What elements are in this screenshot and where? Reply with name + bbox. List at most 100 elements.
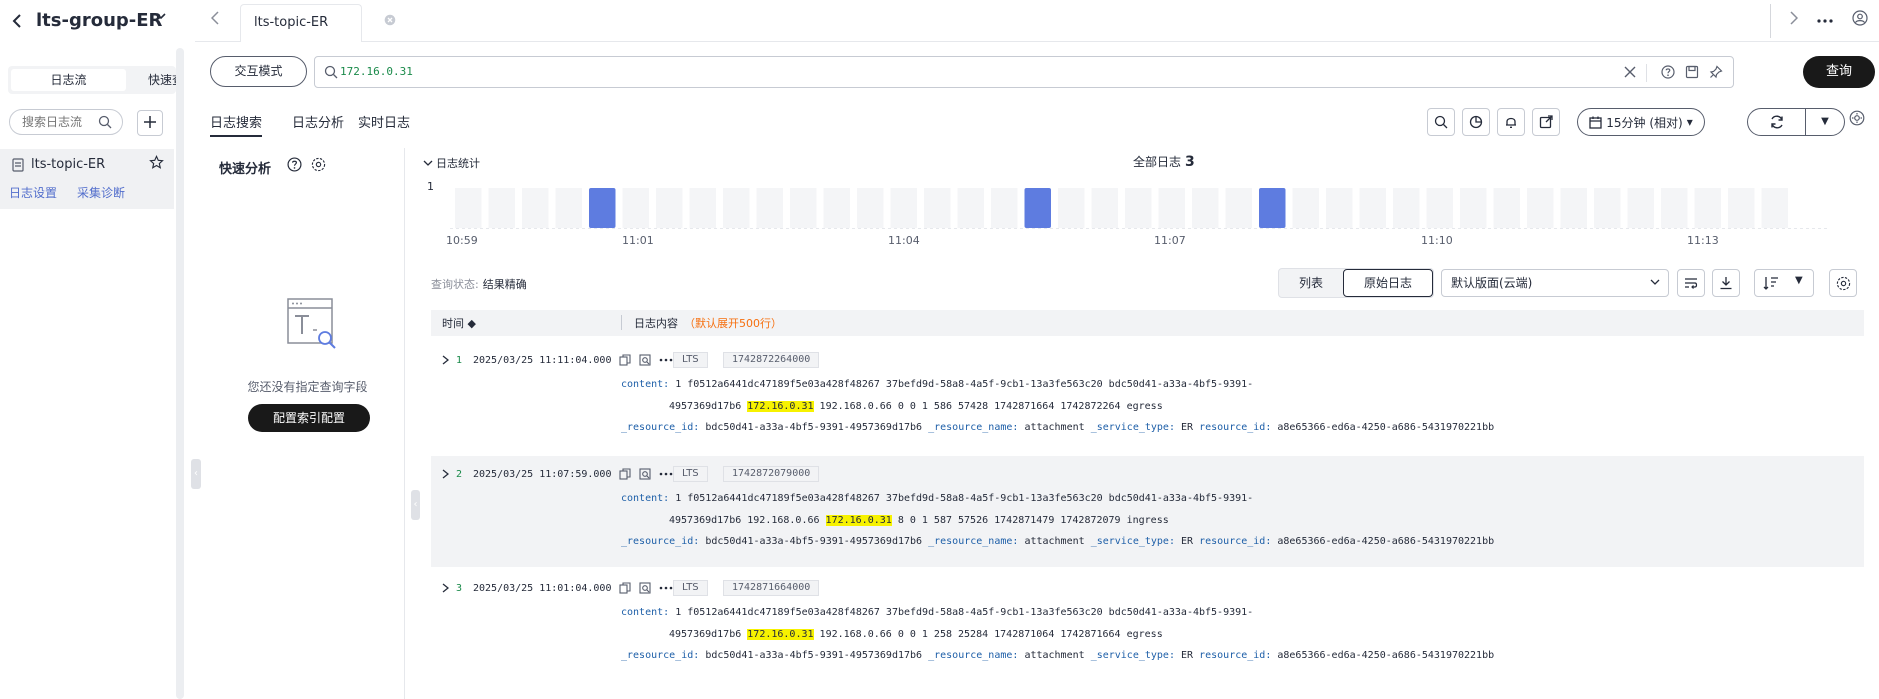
field-key[interactable]: content: [621, 493, 669, 504]
field-value[interactable]: ER [1181, 650, 1193, 661]
field-value[interactable]: attachment [1024, 422, 1084, 433]
histogram-bucket[interactable] [1393, 188, 1420, 228]
chevron-left-icon[interactable] [210, 11, 219, 29]
histogram-chart[interactable] [450, 188, 1830, 230]
tab-log-stream[interactable]: 日志流 [11, 69, 126, 91]
field-value[interactable]: attachment [1024, 536, 1084, 547]
field-key[interactable]: resource_id: [1199, 650, 1271, 661]
histogram-bucket[interactable] [756, 188, 784, 228]
field-value[interactable]: 1 f0512a6441dc47189f5e03a428f48267 37bef… [675, 493, 1253, 504]
histogram-bucket[interactable] [689, 188, 717, 228]
more-icon[interactable] [659, 358, 673, 362]
star-icon[interactable] [149, 155, 164, 174]
tab-lts-topic[interactable]: lts-topic-ER [240, 4, 396, 42]
field-value[interactable]: 1 f0512a6441dc47189f5e03a428f48267 37bef… [675, 379, 1253, 390]
histogram-bucket[interactable] [1527, 188, 1554, 228]
layout-select[interactable]: 默认版面(云端) [1441, 269, 1669, 297]
histogram-bucket[interactable] [890, 188, 918, 228]
interactive-mode-button[interactable]: 交互模式 [210, 56, 307, 87]
highlight-match[interactable]: 172.16.0.31 [747, 401, 814, 412]
field-value[interactable]: ER [1181, 422, 1193, 433]
field-value[interactable]: a8e65366-ed6a-4250-a686-5431970221bb [1277, 422, 1494, 433]
histogram-bucket[interactable] [1460, 188, 1487, 228]
log-settings-link[interactable]: 日志设置 [9, 184, 57, 201]
download-button[interactable] [1712, 269, 1740, 297]
field-key[interactable]: _resource_name: [928, 650, 1018, 661]
query-input[interactable]: 172.16.0.31 [314, 56, 1734, 88]
search-icon[interactable] [98, 115, 112, 132]
view-raw-tab[interactable]: 原始日志 [1343, 269, 1433, 297]
field-key[interactable]: content: [621, 607, 669, 618]
stream-search-input[interactable] [22, 115, 100, 129]
histogram-bucket[interactable] [455, 188, 482, 228]
context-icon[interactable] [639, 354, 651, 366]
field-key[interactable]: resource_id: [1199, 536, 1271, 547]
context-icon[interactable] [639, 582, 651, 594]
histogram-bucket[interactable] [1292, 188, 1320, 228]
histogram-header[interactable]: 日志统计 [423, 155, 480, 171]
histogram-bucket[interactable] [1125, 188, 1152, 228]
more-icon[interactable] [659, 586, 673, 590]
field-value[interactable]: bdc50d41-a33a-4bf5-9391-4957369d17b6 [705, 422, 922, 433]
field-value[interactable]: 8 0 1 587 57526 1742871479 1742872079 in… [898, 515, 1169, 526]
add-stream-button[interactable] [137, 110, 163, 136]
histogram-bucket[interactable] [1761, 188, 1789, 228]
histogram-bucket[interactable] [555, 188, 583, 228]
field-value[interactable]: bdc50d41-a33a-4bf5-9391-4957369d17b6 [705, 650, 922, 661]
context-icon[interactable] [639, 468, 651, 480]
clear-icon[interactable] [1624, 66, 1636, 81]
histogram-bucket[interactable] [1359, 188, 1387, 228]
field-value[interactable]: 192.168.0.66 0 0 1 258 25284 1742871064 … [820, 629, 1163, 640]
field-key[interactable]: _resource_name: [928, 422, 1018, 433]
histogram-bucket[interactable] [1560, 188, 1588, 228]
view-list-tab[interactable]: 列表 [1281, 271, 1341, 295]
sort-dropdown[interactable]: ▼ [1754, 269, 1814, 297]
histogram-bucket[interactable] [1326, 188, 1353, 228]
histogram-bucket[interactable] [1426, 188, 1454, 228]
search-tool-button[interactable] [1427, 108, 1455, 136]
field-key[interactable]: _service_type: [1091, 536, 1175, 547]
histogram-bucket[interactable] [723, 188, 750, 228]
field-value[interactable]: ER [1181, 536, 1193, 547]
copy-icon[interactable] [619, 582, 631, 594]
histogram-bucket[interactable] [991, 188, 1018, 228]
tab-log-search[interactable]: 日志搜索 [210, 112, 263, 137]
chevron-right-icon[interactable] [442, 469, 450, 482]
query-button[interactable]: 查询 [1803, 56, 1875, 88]
chevron-down-icon[interactable] [155, 10, 167, 26]
histogram-bucket[interactable] [1058, 188, 1085, 228]
histogram-bar[interactable] [1259, 188, 1286, 228]
histogram-bucket[interactable] [1192, 188, 1219, 228]
alarm-button[interactable] [1497, 108, 1525, 136]
histogram-bucket[interactable] [957, 188, 985, 228]
tab-log-analysis[interactable]: 日志分析 [292, 112, 344, 131]
field-value[interactable]: 4957369d17b6 [669, 629, 741, 640]
histogram-bucket[interactable] [790, 188, 817, 228]
tab-realtime-log[interactable]: 实时日志 [358, 112, 410, 131]
histogram-bucket[interactable] [924, 188, 951, 228]
refresh-dropdown[interactable]: ▼ [1806, 109, 1844, 135]
collect-diagnose-link[interactable]: 采集诊断 [77, 184, 125, 201]
sort-icon[interactable]: ◆ [468, 317, 476, 330]
histogram-bucket[interactable] [1158, 188, 1186, 228]
col-time[interactable]: 时间 ◆ [442, 315, 476, 331]
histogram-bucket[interactable] [1594, 188, 1621, 228]
field-key[interactable]: _service_type: [1091, 422, 1175, 433]
help-icon[interactable] [1661, 64, 1675, 82]
field-value[interactable]: attachment [1024, 650, 1084, 661]
field-value[interactable]: 4957369d17b6 [669, 401, 741, 412]
histogram-bucket[interactable] [823, 188, 851, 228]
highlight-match[interactable]: 172.16.0.31 [747, 629, 814, 640]
field-key[interactable]: _resource_id: [621, 422, 699, 433]
field-value[interactable]: a8e65366-ed6a-4250-a686-5431970221bb [1277, 650, 1494, 661]
histogram-bucket[interactable] [656, 188, 683, 228]
refresh-button[interactable] [1748, 109, 1806, 135]
field-key[interactable]: _resource_id: [621, 536, 699, 547]
chevron-right-icon[interactable] [442, 355, 450, 368]
sidebar-scrollbar[interactable] [176, 48, 184, 699]
histogram-bucket[interactable] [622, 188, 650, 228]
time-range-button[interactable]: 15分钟 (相对) ▾ [1577, 108, 1705, 136]
field-key[interactable]: content: [621, 379, 669, 390]
pin-icon[interactable] [1709, 64, 1723, 82]
wrap-button[interactable] [1677, 269, 1705, 297]
